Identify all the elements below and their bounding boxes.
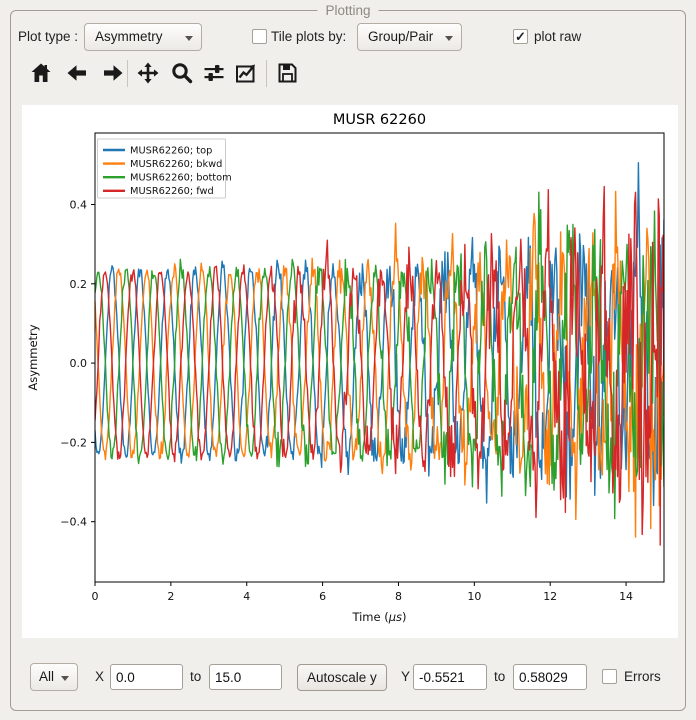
forward-button[interactable] [98,58,128,88]
x-tick-label: 10 [467,590,481,603]
zoom-button[interactable] [167,58,197,88]
plot-series-group [95,163,664,545]
tile-plots-checkbox[interactable] [252,29,267,44]
pan-button[interactable] [133,58,163,88]
plot-raw-checkbox[interactable]: ✓ [513,29,528,44]
home-icon [29,61,53,85]
save-icon [275,61,299,85]
legend-item-label: MUSR62260; bottom [130,173,232,184]
y-max-input[interactable] [513,664,587,690]
x-axis-label: Time (μs) [351,610,406,624]
plot-type-label: Plot type : [18,23,78,51]
plot-toolbar [0,58,696,92]
check-icon: ✓ [515,29,526,44]
line-chart-icon [234,61,258,85]
asymmetry-chart: 0 2 4 6 8 10 12 14 0.4 0.2 0.0 −0.2 −0.4 MUSR 62260 Ti… [22,105,678,638]
y-tick-label: 0.2 [70,278,88,291]
y-tick-label: 0.0 [70,357,88,370]
group-filter-value: All [39,669,54,684]
back-button[interactable] [62,58,92,88]
group-filter-select[interactable]: All [30,663,78,691]
x-tick-label: 6 [319,590,326,603]
y-min-input[interactable] [413,664,487,690]
errors-checkbox[interactable] [602,669,617,684]
plot-type-select[interactable]: Asymmetry [84,23,202,51]
x-tick-label: 2 [167,590,174,603]
chevron-down-icon [61,676,69,681]
chevron-down-icon [445,36,453,41]
x-tick-label: 0 [92,590,99,603]
chart-title: MUSR 62260 [333,112,426,128]
x-tick-label: 14 [619,590,633,603]
y-tick-label: −0.4 [60,516,87,529]
edit-parameters-button[interactable] [231,58,261,88]
tile-by-value: Group/Pair [368,29,433,44]
tile-plots-label: Tile plots by: [271,23,346,51]
configure-subplots-button[interactable] [199,58,229,88]
y-to-label: to [494,663,505,691]
y-range-label: Y [401,663,410,691]
x-tick-label: 12 [543,590,557,603]
save-button[interactable] [272,58,302,88]
pan-icon [136,61,160,85]
toolbar-separator [127,60,128,87]
errors-label: Errors [624,663,661,691]
autoscale-y-button[interactable]: Autoscale y [297,664,387,691]
plot-type-value: Asymmetry [95,29,163,44]
back-arrow-icon [65,61,89,85]
x-range-label: X [95,663,104,691]
y-tick-label: 0.4 [70,198,88,211]
y-tick-label: −0.2 [60,436,87,449]
plot-raw-label: plot raw [534,23,581,51]
legend-item-label: MUSR62260; fwd [130,186,214,197]
figure-canvas[interactable]: 0 2 4 6 8 10 12 14 0.4 0.2 0.0 −0.2 −0.4 MUSR 62260 Ti… [22,105,678,638]
y-axis-label: Asymmetry [26,324,40,390]
x-tick-label: 4 [243,590,250,603]
toolbar-separator [266,60,267,87]
x-to-label: to [190,663,201,691]
home-button[interactable] [26,58,56,88]
chevron-down-icon [185,36,193,41]
sliders-icon [202,61,226,85]
legend: MUSR62260; top MUSR62260; bkwd MUSR62260; … [98,139,232,198]
groupbox-title: Plotting [317,3,378,18]
x-max-input[interactable] [209,664,282,690]
legend-item-label: MUSR62260; bkwd [130,159,222,170]
x-min-input[interactable] [110,664,183,690]
legend-item-label: MUSR62260; top [130,145,212,156]
tile-by-select[interactable]: Group/Pair [357,23,462,51]
magnifier-icon [170,61,194,85]
forward-arrow-icon [101,61,125,85]
x-tick-label: 8 [395,590,402,603]
